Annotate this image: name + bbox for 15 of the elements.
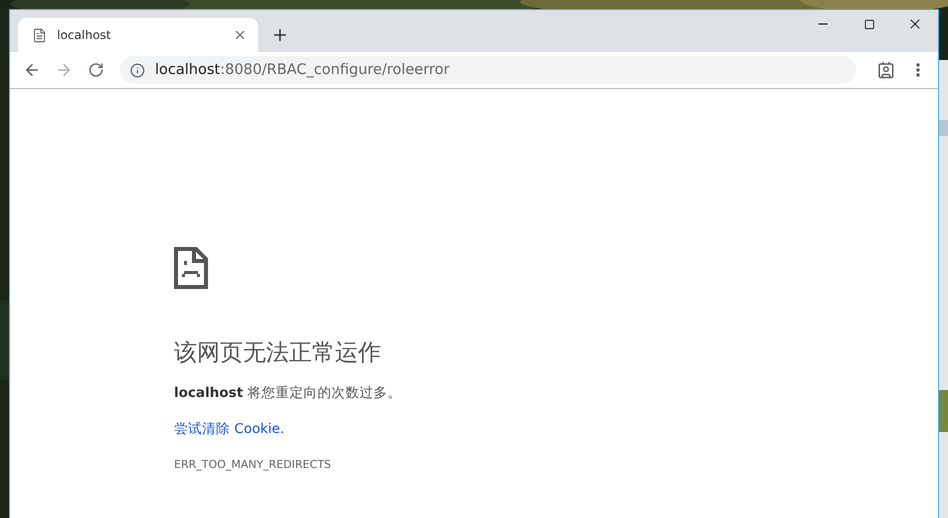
clear-cookies-link[interactable]: 尝试清除 Cookie.	[174, 420, 284, 438]
more-icon	[916, 63, 920, 77]
info-icon	[130, 62, 145, 78]
profile-icon	[877, 61, 895, 79]
forward-arrow-icon	[55, 61, 73, 79]
address-bar[interactable]: localhost:8080/RBAC_configure/roleerror	[120, 56, 856, 84]
error-message: localhost 将您重定向的次数过多。	[174, 384, 402, 402]
error-heading: 该网页无法正常运作	[174, 339, 381, 368]
error-code: ERR_TOO_MANY_REDIRECTS	[174, 458, 332, 471]
reload-icon	[88, 62, 104, 78]
sad-page-icon	[174, 247, 208, 289]
maximize-icon	[864, 18, 874, 30]
browser-tab[interactable]: localhost	[18, 18, 258, 52]
page-icon	[32, 28, 47, 42]
plus-icon	[271, 26, 289, 44]
